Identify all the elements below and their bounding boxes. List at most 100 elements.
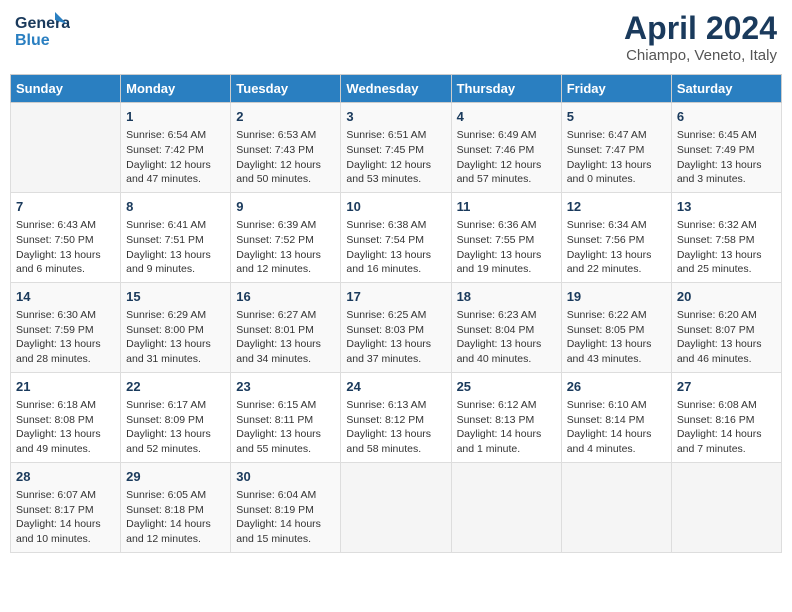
calendar-cell: 23 Sunrise: 6:15 AM Sunset: 8:11 PM Dayli… [231,372,341,462]
calendar-week-5: 28Sunrise: 6:07 AM Sunset: 8:17 PM Dayli… [11,462,782,552]
calendar-cell: 14 Sunrise: 6:30 AM Sunset: 7:59 PM Dayli… [11,282,121,372]
day-info: Sunrise: 6:47 AM Sunset: 7:47 PM Dayligh… [567,128,666,187]
day-number: 27 [677,378,776,396]
day-info: Sunrise: 6:51 AM Sunset: 7:45 PM Dayligh… [346,128,445,187]
day-info: Sunrise: 6:13 AM Sunset: 8:12 PM Dayligh… [346,398,445,457]
day-info: Sunrise: 6:15 AM Sunset: 8:11 PM Dayligh… [236,398,335,457]
day-info: Sunrise: 6:07 AM Sunset: 8:17 PM Dayligh… [16,488,115,547]
day-info: Sunrise: 6:23 AM Sunset: 8:04 PM Dayligh… [457,308,556,367]
day-info: Sunrise: 6:04 AM Sunset: 8:19 PM Dayligh… [236,488,335,547]
day-info: Sunrise: 6:25 AM Sunset: 8:03 PM Dayligh… [346,308,445,367]
calendar-cell [11,103,121,193]
svg-text:Blue: Blue [15,32,50,49]
calendar-cell: 4 Sunrise: 6:49 AM Sunset: 7:46 PM Daylig… [451,103,561,193]
day-number: 1 [126,108,225,126]
page-subtitle: Chiampo, Veneto, Italy [624,47,777,64]
calendar-cell: 26 Sunrise: 6:10 AM Sunset: 8:14 PM Dayli… [561,372,671,462]
day-number: 14 [16,288,115,306]
calendar-cell: 21 Sunrise: 6:18 AM Sunset: 8:08 PM Dayli… [11,372,121,462]
day-number: 18 [457,288,556,306]
day-info: Sunrise: 6:12 AM Sunset: 8:13 PM Dayligh… [457,398,556,457]
day-number: 26 [567,378,666,396]
calendar-cell [341,462,451,552]
calendar-cell: 3 Sunrise: 6:51 AM Sunset: 7:45 PM Daylig… [341,103,451,193]
calendar-cell: 2Sunrise: 6:53 AM Sunset: 7:43 PM Daylig… [231,103,341,193]
calendar-cell: 16 Sunrise: 6:27 AM Sunset: 8:01 PM Dayli… [231,282,341,372]
day-info: Sunrise: 6:39 AM Sunset: 7:52 PM Dayligh… [236,218,335,277]
weekday-sunday: Sunday [11,75,121,103]
calendar-cell: 29 Sunrise: 6:05 AM Sunset: 8:18 PM Dayli… [121,462,231,552]
day-number: 3 [346,108,445,126]
weekday-header-row: SundayMondayTuesdayWednesdayThursdayFrid… [11,75,782,103]
day-number: 5 [567,108,666,126]
weekday-saturday: Saturday [671,75,781,103]
day-info: Sunrise: 6:08 AM Sunset: 8:16 PM Dayligh… [677,398,776,457]
calendar-cell: 1Sunrise: 6:54 AM Sunset: 7:42 PM Daylig… [121,103,231,193]
day-info: Sunrise: 6:05 AM Sunset: 8:18 PM Dayligh… [126,488,225,547]
weekday-monday: Monday [121,75,231,103]
day-info: Sunrise: 6:27 AM Sunset: 8:01 PM Dayligh… [236,308,335,367]
day-info: Sunrise: 6:20 AM Sunset: 8:07 PM Dayligh… [677,308,776,367]
day-info: Sunrise: 6:43 AM Sunset: 7:50 PM Dayligh… [16,218,115,277]
day-number: 20 [677,288,776,306]
page-title: April 2024 [624,10,777,47]
calendar-week-1: 1Sunrise: 6:54 AM Sunset: 7:42 PM Daylig… [11,103,782,193]
calendar-cell: 15Sunrise: 6:29 AM Sunset: 8:00 PM Dayli… [121,282,231,372]
day-info: Sunrise: 6:18 AM Sunset: 8:08 PM Dayligh… [16,398,115,457]
day-number: 19 [567,288,666,306]
day-number: 25 [457,378,556,396]
day-info: Sunrise: 6:41 AM Sunset: 7:51 PM Dayligh… [126,218,225,277]
calendar-cell: 5 Sunrise: 6:47 AM Sunset: 7:47 PM Daylig… [561,103,671,193]
calendar-table: SundayMondayTuesdayWednesdayThursdayFrid… [10,74,782,553]
calendar-cell: 17Sunrise: 6:25 AM Sunset: 8:03 PM Dayli… [341,282,451,372]
calendar-cell: 28Sunrise: 6:07 AM Sunset: 8:17 PM Dayli… [11,462,121,552]
calendar-cell: 11Sunrise: 6:36 AM Sunset: 7:55 PM Dayli… [451,192,561,282]
day-number: 13 [677,198,776,216]
weekday-wednesday: Wednesday [341,75,451,103]
day-number: 4 [457,108,556,126]
day-number: 22 [126,378,225,396]
day-info: Sunrise: 6:53 AM Sunset: 7:43 PM Dayligh… [236,128,335,187]
day-number: 21 [16,378,115,396]
day-info: Sunrise: 6:10 AM Sunset: 8:14 PM Dayligh… [567,398,666,457]
calendar-week-3: 14 Sunrise: 6:30 AM Sunset: 7:59 PM Dayli… [11,282,782,372]
calendar-week-2: 7 Sunrise: 6:43 AM Sunset: 7:50 PM Daylig… [11,192,782,282]
day-number: 10 [346,198,445,216]
weekday-tuesday: Tuesday [231,75,341,103]
calendar-cell: 22Sunrise: 6:17 AM Sunset: 8:09 PM Dayli… [121,372,231,462]
calendar-cell: 18 Sunrise: 6:23 AM Sunset: 8:04 PM Dayli… [451,282,561,372]
logo-svg: GeneralBlue [15,10,70,50]
day-info: Sunrise: 6:30 AM Sunset: 7:59 PM Dayligh… [16,308,115,367]
day-number: 7 [16,198,115,216]
calendar-cell [561,462,671,552]
day-number: 6 [677,108,776,126]
day-number: 12 [567,198,666,216]
calendar-cell: 6 Sunrise: 6:45 AM Sunset: 7:49 PM Daylig… [671,103,781,193]
title-block: April 2024 Chiampo, Veneto, Italy [624,10,777,64]
day-number: 23 [236,378,335,396]
svg-text:General: General [15,15,70,32]
day-info: Sunrise: 6:49 AM Sunset: 7:46 PM Dayligh… [457,128,556,187]
calendar-cell: 7 Sunrise: 6:43 AM Sunset: 7:50 PM Daylig… [11,192,121,282]
calendar-cell: 24Sunrise: 6:13 AM Sunset: 8:12 PM Dayli… [341,372,451,462]
logo: GeneralBlue [15,10,70,50]
day-number: 9 [236,198,335,216]
calendar-cell: 25 Sunrise: 6:12 AM Sunset: 8:13 PM Dayli… [451,372,561,462]
calendar-cell: 20 Sunrise: 6:20 AM Sunset: 8:07 PM Dayli… [671,282,781,372]
calendar-cell [671,462,781,552]
calendar-cell: 8 Sunrise: 6:41 AM Sunset: 7:51 PM Daylig… [121,192,231,282]
day-number: 8 [126,198,225,216]
calendar-week-4: 21 Sunrise: 6:18 AM Sunset: 8:08 PM Dayli… [11,372,782,462]
day-number: 16 [236,288,335,306]
calendar-cell [451,462,561,552]
day-info: Sunrise: 6:34 AM Sunset: 7:56 PM Dayligh… [567,218,666,277]
calendar-cell: 13 Sunrise: 6:32 AM Sunset: 7:58 PM Dayli… [671,192,781,282]
day-info: Sunrise: 6:45 AM Sunset: 7:49 PM Dayligh… [677,128,776,187]
day-info: Sunrise: 6:32 AM Sunset: 7:58 PM Dayligh… [677,218,776,277]
day-info: Sunrise: 6:29 AM Sunset: 8:00 PM Dayligh… [126,308,225,367]
calendar-cell: 12 Sunrise: 6:34 AM Sunset: 7:56 PM Dayli… [561,192,671,282]
calendar-cell: 10Sunrise: 6:38 AM Sunset: 7:54 PM Dayli… [341,192,451,282]
day-number: 29 [126,468,225,486]
weekday-friday: Friday [561,75,671,103]
day-number: 30 [236,468,335,486]
